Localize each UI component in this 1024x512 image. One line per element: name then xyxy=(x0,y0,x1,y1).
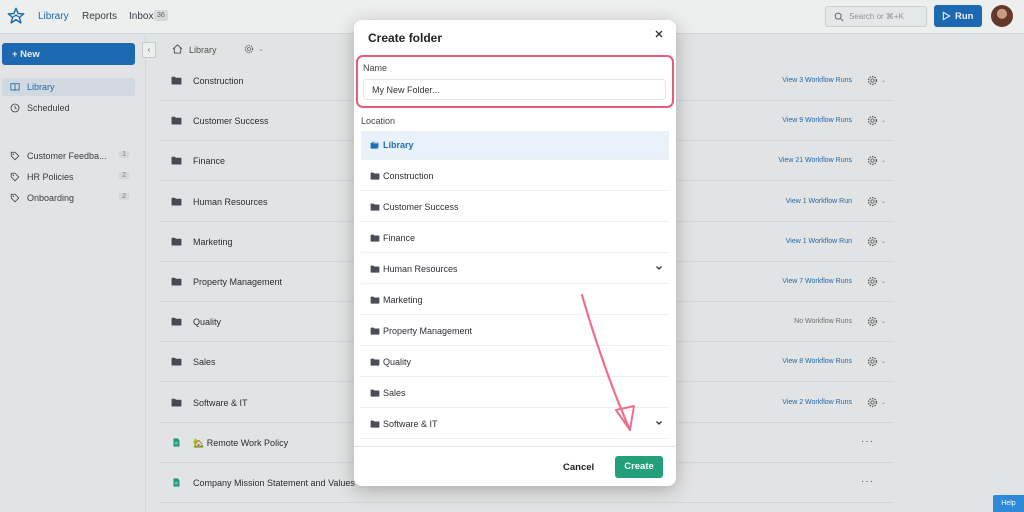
location-item[interactable]: Library xyxy=(361,131,669,160)
help-button[interactable]: Help xyxy=(993,495,1024,512)
location-name: Software & IT xyxy=(383,419,438,429)
location-item[interactable]: Finance xyxy=(361,224,669,253)
location-item[interactable]: Customer Success xyxy=(361,193,669,222)
folder-icon xyxy=(370,265,380,273)
dialog-footer: Cancel Create xyxy=(354,446,676,486)
location-item[interactable]: Construction xyxy=(361,162,669,191)
name-label: Name xyxy=(363,63,388,73)
folder-icon xyxy=(370,203,380,211)
chevron-down-icon[interactable] xyxy=(655,419,663,427)
folder-icon xyxy=(370,420,380,428)
folder-icon xyxy=(370,358,380,366)
location-name: Quality xyxy=(383,357,412,367)
chevron-down-icon[interactable] xyxy=(655,264,663,272)
location-name: Library xyxy=(383,140,414,150)
dialog-title: Create folder xyxy=(368,31,443,45)
location-name: Human Resources xyxy=(383,264,458,274)
folder-icon xyxy=(370,327,380,335)
location-name: Marketing xyxy=(383,295,423,305)
annotation-arrow-icon xyxy=(580,293,635,432)
create-button[interactable]: Create xyxy=(615,456,663,478)
location-name: Customer Success xyxy=(383,202,459,212)
name-field-highlight: Name xyxy=(356,55,674,108)
location-name: Construction xyxy=(383,171,434,181)
folder-icon xyxy=(370,172,380,180)
location-item[interactable]: Human Resources xyxy=(361,255,669,284)
location-name: Property Management xyxy=(383,326,473,336)
location-name: Finance xyxy=(383,233,416,243)
location-name: Sales xyxy=(383,388,406,398)
close-icon[interactable] xyxy=(653,28,665,40)
folder-name-input[interactable] xyxy=(363,79,666,100)
folder-icon xyxy=(370,389,380,397)
folder-icon xyxy=(370,234,380,242)
location-label: Location xyxy=(361,116,396,126)
folder-icon xyxy=(370,296,380,304)
folders-icon xyxy=(370,141,380,149)
cancel-button[interactable]: Cancel xyxy=(563,462,594,473)
